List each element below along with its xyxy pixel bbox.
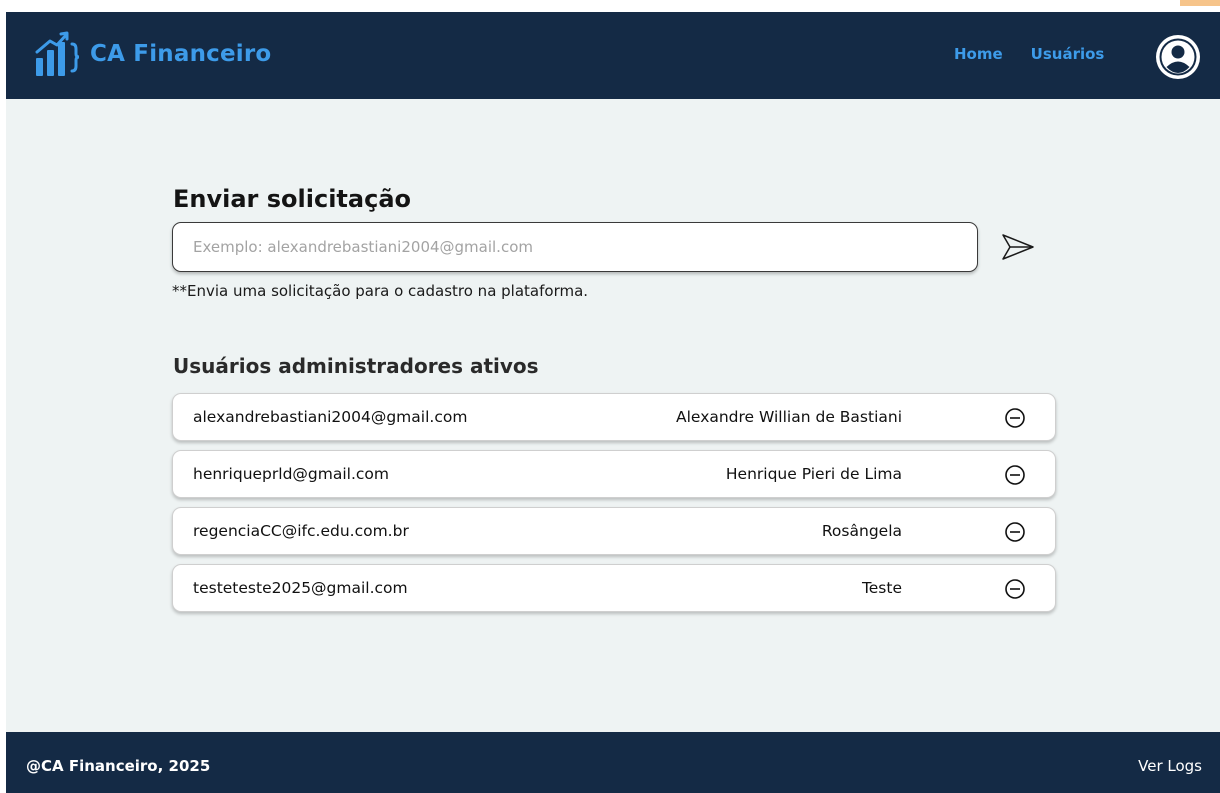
remove-admin-button[interactable] [1004,464,1026,486]
admin-name: Rosângela [821,522,902,540]
admin-row: alexandrebastiani2004@gmail.com Alexandr… [172,393,1056,441]
request-hint: **Envia uma solicitação para o cadastro … [172,282,589,300]
minus-circle-icon [1005,579,1025,599]
remove-admin-button[interactable] [1004,578,1026,600]
copyright: @CA Financeiro, 2025 [26,757,211,775]
admin-row: henriqueprld@gmail.com Henrique Pieri de… [172,450,1056,498]
minus-circle-icon [1005,465,1025,485]
main-nav: Home Usuários [954,45,1104,63]
admins-title: Usuários administradores ativos [173,354,539,378]
logo-icon [34,30,82,78]
brand[interactable]: CA Financeiro [34,28,271,80]
admin-name: Teste [861,579,902,597]
minus-circle-icon [1005,408,1025,428]
admin-email: henriqueprld@gmail.com [193,465,389,483]
request-title: Enviar solicitação [173,185,411,213]
corner-mark [1180,0,1220,6]
brand-name: CA Financeiro [90,41,272,67]
admin-list: alexandrebastiani2004@gmail.com Alexandr… [172,393,1056,621]
admin-row: regenciaCC@ifc.edu.com.br Rosângela [172,507,1056,555]
view-logs-link[interactable]: Ver Logs [1138,757,1202,775]
email-input[interactable] [172,222,978,272]
avatar[interactable] [1154,33,1202,81]
admin-name: Alexandre Willian de Bastiani [676,408,902,426]
paper-plane-icon [1000,234,1036,266]
admin-row: testeteste2025@gmail.com Teste [172,564,1056,612]
app-frame: CA Financeiro Home Usuários Enviar solic… [6,12,1220,793]
footer: @CA Financeiro, 2025 Ver Logs [6,732,1220,793]
admin-email: regenciaCC@ifc.edu.com.br [193,522,409,540]
admin-email: alexandrebastiani2004@gmail.com [193,408,468,426]
send-button[interactable] [1000,232,1036,262]
nav-usuarios[interactable]: Usuários [1031,45,1105,63]
remove-admin-button[interactable] [1004,521,1026,543]
minus-circle-icon [1005,522,1025,542]
top-navbar: CA Financeiro Home Usuários [6,12,1220,99]
nav-home[interactable]: Home [954,45,1003,63]
remove-admin-button[interactable] [1004,407,1026,429]
admin-name: Henrique Pieri de Lima [725,465,902,483]
user-avatar-icon [1154,35,1202,85]
admin-email: testeteste2025@gmail.com [193,579,408,597]
